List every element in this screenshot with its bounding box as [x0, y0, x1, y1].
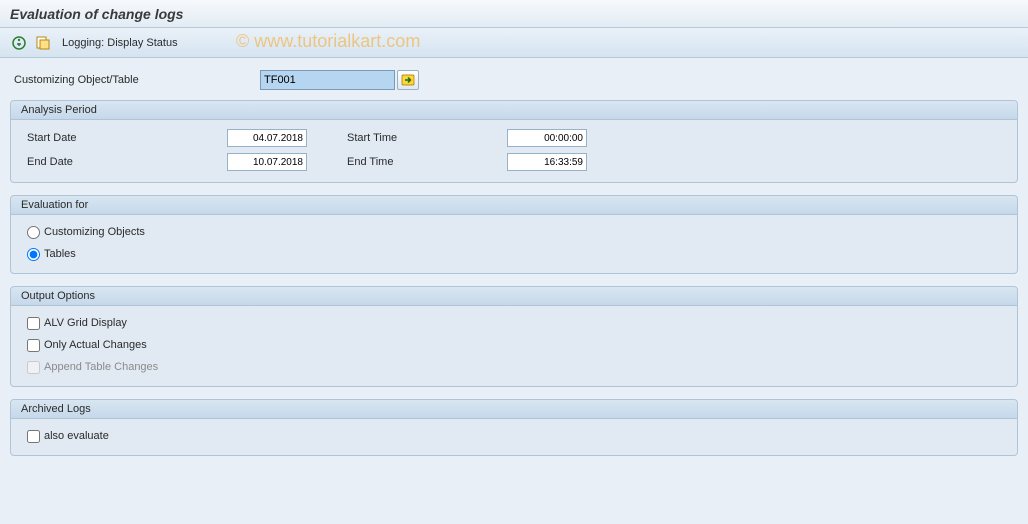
check-only-actual-row: Only Actual Changes: [21, 334, 1007, 356]
checkbox-only-actual[interactable]: [27, 339, 40, 352]
page-title: Evaluation of change logs: [10, 6, 183, 22]
end-time-input[interactable]: [507, 153, 587, 171]
content-area: Customizing Object/Table Analysis Period…: [0, 58, 1028, 524]
variant-icon[interactable]: [34, 34, 52, 52]
object-table-row: Customizing Object/Table: [10, 70, 1018, 90]
object-table-input[interactable]: [260, 70, 395, 90]
checkbox-only-actual-label: Only Actual Changes: [44, 339, 147, 351]
end-time-label: End Time: [307, 156, 507, 168]
end-date-input[interactable]: [227, 153, 307, 171]
checkbox-append-label: Append Table Changes: [44, 361, 158, 373]
multiple-selection-button[interactable]: [397, 70, 419, 90]
watermark: © www.tutorialkart.com: [236, 31, 420, 52]
checkbox-also-evaluate-label: also evaluate: [44, 430, 109, 442]
analysis-period-header: Analysis Period: [11, 101, 1017, 120]
start-time-input[interactable]: [507, 129, 587, 147]
archived-logs-group: Archived Logs also evaluate: [10, 399, 1018, 456]
evaluation-for-group: Evaluation for Customizing Objects Table…: [10, 195, 1018, 274]
checkbox-alv-grid[interactable]: [27, 317, 40, 330]
radio-tables[interactable]: [27, 248, 40, 261]
title-bar: Evaluation of change logs: [0, 0, 1028, 28]
start-date-label: Start Date: [21, 132, 227, 144]
check-append-row: Append Table Changes: [21, 356, 1007, 378]
radio-tables-row: Tables: [21, 243, 1007, 265]
arrow-right-icon: [401, 74, 415, 86]
radio-customizing-label: Customizing Objects: [44, 226, 145, 238]
output-options-group: Output Options ALV Grid Display Only Act…: [10, 286, 1018, 387]
start-date-input[interactable]: [227, 129, 307, 147]
archived-logs-header: Archived Logs: [11, 400, 1017, 419]
start-date-row: Start Date Start Time: [21, 126, 1007, 150]
radio-customizing-objects[interactable]: [27, 226, 40, 239]
toolbar: Logging: Display Status © www.tutorialka…: [0, 28, 1028, 58]
end-date-row: End Date End Time: [21, 150, 1007, 174]
analysis-period-group: Analysis Period Start Date Start Time En…: [10, 100, 1018, 183]
check-alv-row: ALV Grid Display: [21, 312, 1007, 334]
checkbox-also-evaluate[interactable]: [27, 430, 40, 443]
checkbox-alv-label: ALV Grid Display: [44, 317, 127, 329]
end-date-label: End Date: [21, 156, 227, 168]
output-options-header: Output Options: [11, 287, 1017, 306]
radio-customizing-row: Customizing Objects: [21, 221, 1007, 243]
evaluation-for-header: Evaluation for: [11, 196, 1017, 215]
object-table-label: Customizing Object/Table: [10, 74, 260, 86]
start-time-label: Start Time: [307, 132, 507, 144]
check-also-evaluate-row: also evaluate: [21, 425, 1007, 447]
checkbox-append-table: [27, 361, 40, 374]
radio-tables-label: Tables: [44, 248, 76, 260]
logging-status-label[interactable]: Logging: Display Status: [62, 37, 178, 49]
execute-icon[interactable]: [10, 34, 28, 52]
